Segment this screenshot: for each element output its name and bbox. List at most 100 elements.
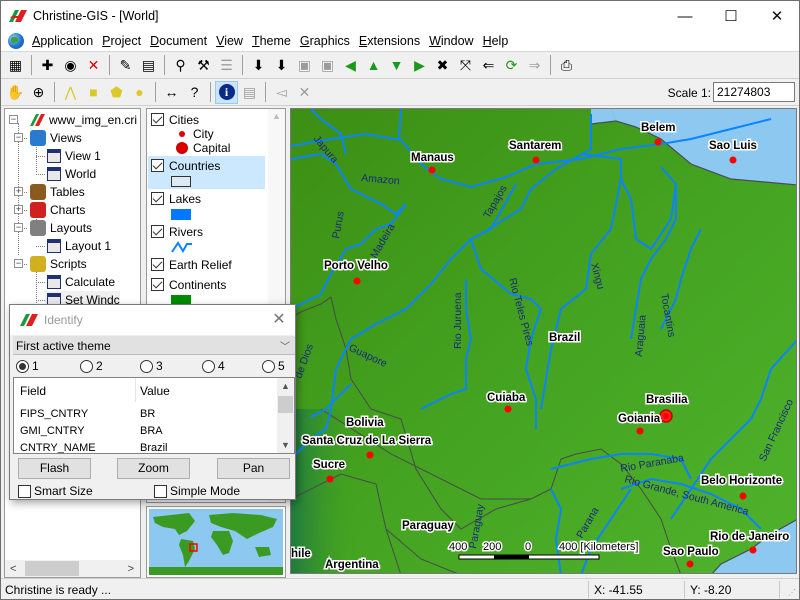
radio-button[interactable] [80, 359, 93, 373]
identify-button[interactable]: i [215, 80, 238, 104]
hotlink-tool-button[interactable]: ? [183, 81, 206, 104]
theme-checkbox[interactable] [151, 159, 164, 172]
tree-item-project[interactable]: − www_img_en.cri [9, 111, 137, 129]
result-radio-1[interactable]: 1 [16, 359, 39, 373]
tree-item-views[interactable]: − Views [14, 129, 82, 147]
result-radio-5[interactable]: 5 [262, 359, 285, 373]
tree-horizontal-scrollbar[interactable]: < > [5, 560, 140, 577]
radio-button[interactable] [16, 359, 29, 373]
result-radio-4[interactable]: 4 [202, 359, 225, 373]
tree-item-scripts[interactable]: − Scripts [14, 255, 87, 273]
menu-project[interactable]: Project [102, 34, 141, 48]
zoom-button[interactable]: Zoom [117, 458, 190, 479]
move-up-button[interactable]: ▲ [362, 54, 385, 77]
globe-icon[interactable] [8, 33, 24, 49]
maximize-button[interactable]: ☐ [708, 1, 754, 31]
themes-on-button[interactable]: ⬇ [247, 54, 270, 77]
checkbox-box[interactable] [154, 484, 167, 498]
refresh-button[interactable]: ⟳ [500, 54, 523, 77]
zoom-next-button[interactable]: ▶ [408, 54, 431, 77]
tree-item-tables[interactable]: + Tables [14, 183, 85, 201]
menu-document[interactable]: Document [150, 34, 207, 48]
tree-item-view-1[interactable]: View 1 [36, 147, 101, 165]
minimize-button[interactable]: — [662, 1, 708, 31]
scroll-up-icon[interactable]: ▲ [281, 381, 290, 391]
new-view-button[interactable]: ▦ [4, 54, 27, 77]
select-polygon-button[interactable]: ⬟ [105, 81, 128, 104]
tree-item-charts[interactable]: + Charts [14, 201, 85, 219]
query-builder-button[interactable]: ⚒ [192, 54, 215, 77]
menu-help[interactable]: Help [483, 34, 509, 48]
theme-checkbox[interactable] [151, 113, 164, 126]
collapse-icon[interactable]: − [9, 115, 18, 124]
print-button[interactable]: ⎙ [555, 54, 578, 77]
expand-icon[interactable]: + [14, 187, 23, 196]
add-theme-button[interactable]: ✚ [36, 54, 59, 77]
scroll-right-icon[interactable]: > [128, 563, 134, 575]
move-down-button[interactable]: ▼ [385, 54, 408, 77]
menu-graphics[interactable]: Graphics [300, 34, 350, 48]
select-line-button[interactable]: ⋀ [59, 81, 82, 104]
radio-button[interactable] [202, 359, 215, 373]
theme-checkbox[interactable] [151, 258, 164, 271]
scrollbar-thumb[interactable] [25, 561, 79, 576]
themes-off-button[interactable]: ⬇ [270, 54, 293, 77]
result-radio-3[interactable]: 3 [140, 359, 163, 373]
legend-theme-rivers[interactable]: Rivers [148, 222, 265, 255]
close-button[interactable]: ✕ [754, 1, 800, 31]
zoom-in-fixed-button[interactable]: ✖ [431, 54, 454, 77]
collapse-icon[interactable]: − [14, 259, 23, 268]
close-icon[interactable]: ✕ [269, 310, 289, 330]
radio-button[interactable] [140, 359, 153, 373]
pan-button[interactable]: Pan [217, 458, 290, 479]
overview-map[interactable] [146, 506, 286, 578]
menu-application[interactable]: Application [32, 34, 93, 48]
smart-size-checkbox[interactable]: Smart Size [18, 484, 93, 498]
menu-extensions[interactable]: Extensions [359, 34, 420, 48]
select-circle-button[interactable]: ● [128, 81, 151, 104]
scrollbar-thumb[interactable] [278, 396, 293, 413]
theme-checkbox[interactable] [151, 278, 164, 291]
theme-properties-button[interactable]: ✎ [114, 54, 137, 77]
menu-theme[interactable]: Theme [252, 34, 291, 48]
column-header-value[interactable]: Value [140, 384, 170, 398]
measure-button[interactable]: ↔ [160, 81, 183, 104]
find-button[interactable]: ⚲ [169, 54, 192, 77]
add-image-theme-button[interactable]: ◉ [59, 54, 82, 77]
menu-window[interactable]: Window [429, 34, 473, 48]
open-table-button[interactable]: ▤ [137, 54, 160, 77]
zoom-out-fixed-button[interactable]: ⤧ [454, 54, 477, 77]
result-radio-2[interactable]: 2 [80, 359, 103, 373]
map-view[interactable]: Japura Amazon Purus Madeira Tapajos Xingu Rio … [290, 108, 797, 574]
flash-button[interactable]: Flash [18, 458, 91, 479]
delete-theme-button[interactable]: ✕ [82, 54, 105, 77]
theme-checkbox[interactable] [151, 225, 164, 238]
checkbox-box[interactable] [18, 484, 31, 498]
scale-input[interactable] [713, 82, 795, 102]
theme-mode-select[interactable]: First active theme ﹀ [13, 336, 295, 355]
pan-button[interactable]: ✋ [4, 81, 27, 104]
simple-mode-checkbox[interactable]: Simple Mode [154, 484, 240, 498]
collapse-icon[interactable]: − [14, 223, 23, 232]
theme-checkbox[interactable] [151, 192, 164, 205]
legend-theme-lakes[interactable]: Lakes [148, 189, 265, 222]
tree-item-world[interactable]: World [36, 165, 96, 183]
menu-view[interactable]: View [216, 34, 243, 48]
legend-theme-cities[interactable]: Cities City Capital [148, 110, 265, 156]
tree-item-calculate[interactable]: Calculate [36, 273, 115, 291]
results-scrollbar[interactable]: ▲ ▼ [277, 378, 294, 453]
collapse-icon[interactable]: − [14, 133, 23, 142]
zoom-in-button[interactable]: ⊕ [27, 81, 50, 104]
resize-grip-icon[interactable]: ⋰ [788, 588, 796, 597]
tree-item-layouts[interactable]: − Layouts [14, 219, 92, 237]
map-canvas[interactable]: JapuraAmazonPurus MadeiraTapajosXinguRio … [291, 109, 797, 574]
select-rectangle-button[interactable]: ■ [82, 81, 105, 104]
radio-button[interactable] [262, 359, 275, 373]
tree-item-layout-1[interactable]: Layout 1 [36, 237, 111, 255]
zoom-previous-button[interactable]: ◀ [339, 54, 362, 77]
dialog-title-bar[interactable]: Identify ✕ [10, 305, 295, 335]
column-header-field[interactable]: Field [20, 384, 46, 398]
scroll-up-icon[interactable]: ▲ [272, 111, 281, 121]
legend-theme-countries[interactable]: Countries [148, 156, 265, 189]
expand-icon[interactable]: + [14, 205, 23, 214]
